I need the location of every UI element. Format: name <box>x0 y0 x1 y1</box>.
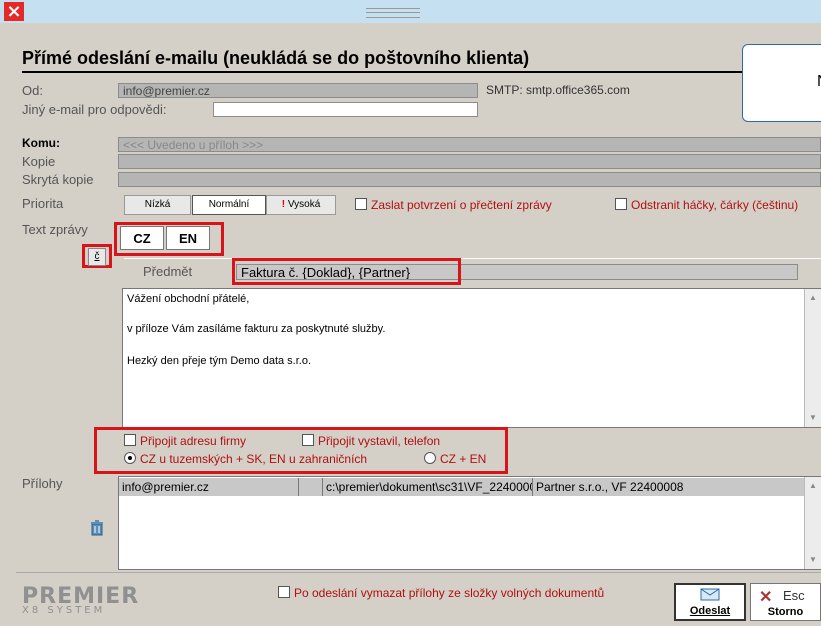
attachment-email: info@premier.cz <box>119 478 299 496</box>
to-label: Komu: <box>22 136 60 150</box>
attachments-label: Přílohy <box>22 476 63 491</box>
checkbox-icon <box>124 434 136 446</box>
footer-divider <box>16 572 821 573</box>
to-field[interactable]: <<< Uvedeno u příloh >>> <box>118 137 821 152</box>
special-char-button[interactable]: č <box>88 248 106 266</box>
bcc-field[interactable] <box>118 172 821 187</box>
radio-icon <box>424 452 436 464</box>
send-box-letter: N <box>817 73 821 91</box>
lang-mode-radio-2[interactable]: CZ + EN <box>424 452 486 466</box>
close-icon[interactable]: × <box>4 2 24 21</box>
drag-handle[interactable] <box>366 8 420 18</box>
title-underline <box>22 71 742 73</box>
body-line: Hezký den přeje tým Demo data s.r.o. <box>127 355 312 367</box>
scroll-up-icon[interactable]: ▲ <box>805 479 821 493</box>
premier-logo-subtitle: X8 SYSTEM <box>22 605 106 616</box>
from-field[interactable]: info@premier.cz <box>118 83 478 98</box>
send-box-partial[interactable]: N <box>742 44 821 122</box>
tab-en[interactable]: EN <box>166 226 210 250</box>
tab-cz[interactable]: CZ <box>120 226 164 250</box>
cancel-button-label: Storno <box>767 606 804 618</box>
send-mail-icon <box>700 588 720 601</box>
scroll-down-icon[interactable]: ▼ <box>805 553 821 567</box>
attachments-table[interactable]: info@premier.cz c:\premier\dokument\sc31… <box>118 476 821 570</box>
highlight-subject <box>232 258 461 285</box>
cancel-button[interactable]: ✕ Esc Storno <box>750 583 821 621</box>
priority-high-button[interactable]: ! Vysoká <box>266 195 336 215</box>
trash-icon[interactable] <box>90 520 104 536</box>
exclamation-icon: ! <box>281 199 286 210</box>
send-button-label: Odeslat <box>689 605 731 617</box>
checkbox-icon <box>302 434 314 446</box>
read-receipt-checkbox[interactable]: Zaslat potvrzení o přečtení zprávy <box>355 198 552 212</box>
lang-mode-2-label: CZ + EN <box>440 452 487 466</box>
checkbox-icon <box>355 198 367 210</box>
radio-selected-icon <box>124 452 136 464</box>
message-text-label: Text zprávy <box>22 222 88 237</box>
body-scrollbar[interactable]: ▲ ▼ <box>804 289 821 427</box>
reply-field[interactable] <box>213 102 478 117</box>
checkbox-icon <box>615 198 627 210</box>
table-row[interactable]: info@premier.cz c:\premier\dokument\sc31… <box>119 478 805 496</box>
delete-after-send-checkbox[interactable]: Po odeslání vymazat přílohy ze složky vo… <box>278 586 604 600</box>
cc-label: Kopie <box>22 154 56 169</box>
lang-mode-1-label: CZ u tuzemských + SK, EN u zahraničních <box>140 452 368 466</box>
strip-diacritics-checkbox[interactable]: Odstranit háčky, čárky (češtinu) <box>615 198 798 212</box>
body-line: Vážení obchodní přátelé, <box>127 293 250 305</box>
smtp-info: SMTP: smtp.office365.com <box>486 83 630 97</box>
strip-diacritics-label: Odstranit háčky, čárky (češtinu) <box>631 198 799 212</box>
cancel-x-icon: ✕ <box>759 589 773 606</box>
cc-field[interactable] <box>118 154 821 169</box>
subject-label: Předmět <box>143 264 193 279</box>
lang-mode-radio-1[interactable]: CZ u tuzemských + SK, EN u zahraničních <box>124 452 367 466</box>
priority-normal-button[interactable]: Normální <box>192 195 266 215</box>
priority-label: Priorita <box>22 196 64 211</box>
attachment-path: c:\premier\dokument\sc31\VF_22400008_Par… <box>323 478 533 496</box>
attach-address-checkbox[interactable]: Připojit adresu firmy <box>124 434 246 448</box>
scroll-down-icon[interactable]: ▼ <box>805 411 821 425</box>
from-label: Od: <box>22 83 43 98</box>
attachment-spacer <box>299 478 323 496</box>
attach-address-label: Připojit adresu firmy <box>140 434 247 448</box>
attach-issuer-label: Připojit vystavil, telefon <box>318 434 441 448</box>
scroll-up-icon[interactable]: ▲ <box>805 291 821 305</box>
priority-low-button[interactable]: Nízká <box>124 195 191 215</box>
bcc-label: Skrytá kopie <box>22 172 94 187</box>
esc-label: Esc <box>783 588 805 603</box>
attach-issuer-checkbox[interactable]: Připojit vystavil, telefon <box>302 434 440 448</box>
message-body-editor[interactable]: Vážení obchodní přátelé, v příloze Vám z… <box>122 288 821 428</box>
dialog-title: Přímé odeslání e-mailu (neukládá se do p… <box>22 48 530 68</box>
body-line: v příloze Vám zasíláme fakturu za poskyt… <box>127 323 386 335</box>
priority-high-label: Vysoká <box>287 199 321 210</box>
delete-after-send-label: Po odeslání vymazat přílohy ze složky vo… <box>294 586 605 600</box>
checkbox-icon <box>278 586 290 598</box>
reply-label: Jiný e-mail pro odpovědi: <box>22 102 167 117</box>
attachment-desc: Partner s.r.o., VF 22400008 <box>536 480 684 494</box>
read-receipt-label: Zaslat potvrzení o přečtení zprávy <box>371 198 552 212</box>
send-button[interactable]: Odeslat <box>674 583 746 621</box>
attachments-scrollbar[interactable]: ▲ ▼ <box>804 477 821 569</box>
